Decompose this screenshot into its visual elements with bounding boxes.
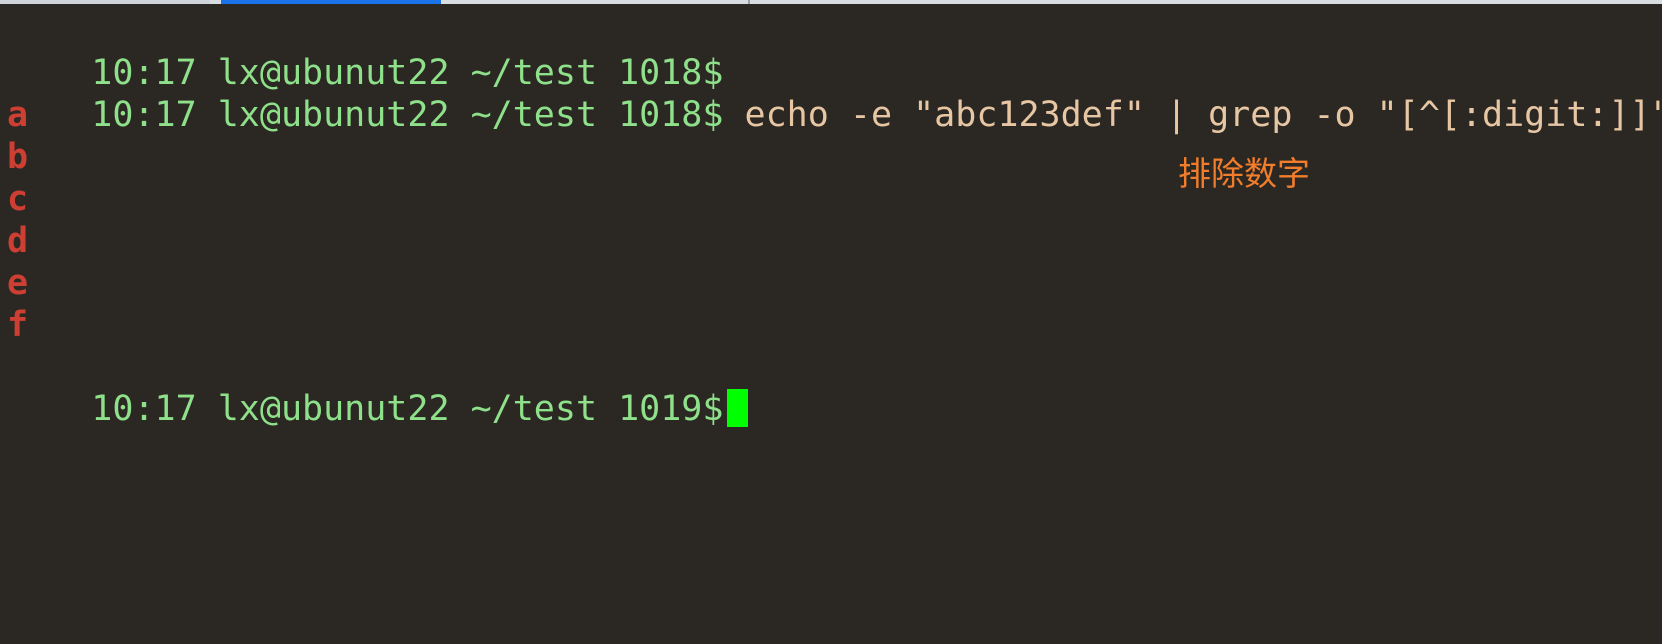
terminal-line-prompt-3[interactable]: 10:17 lx@ubunut22 ~/test 1019$ <box>7 346 749 429</box>
text-cursor <box>727 389 749 427</box>
shell-prompt: 10:17 lx@ubunut22 ~/test 1018$ <box>91 95 724 135</box>
terminal-line-prompt-2: 10:17 lx@ubunut22 ~/test 1018$ echo -e "… <box>7 52 1662 135</box>
output-line: a <box>7 95 29 135</box>
command-text: echo -e "abc123def" | grep -o "[^[:digit… <box>723 95 1662 135</box>
output-line: d <box>7 221 29 261</box>
output-line: f <box>7 305 29 345</box>
output-line: c <box>7 179 29 219</box>
terminal-line-prompt-1: 10:17 lx@ubunut22 ~/test 1018$ <box>7 10 723 93</box>
terminal-window[interactable]: 10:17 lx@ubunut22 ~/test 1018$ 10:17 lx@… <box>0 4 1662 429</box>
shell-prompt: 10:17 lx@ubunut22 ~/test 1019$ <box>91 389 724 429</box>
annotation-label: 排除数字 <box>1178 154 1310 193</box>
output-line: b <box>7 137 29 177</box>
output-line: e <box>7 263 29 303</box>
